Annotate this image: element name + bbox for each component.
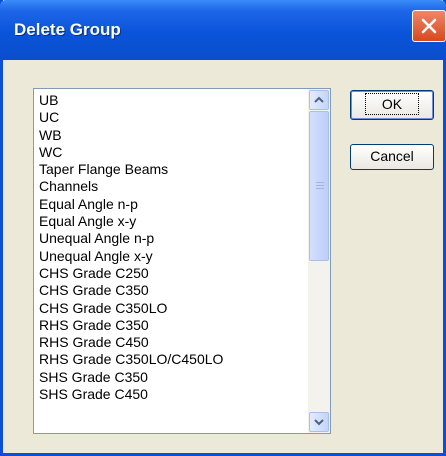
list-item[interactable]: WB: [39, 127, 301, 144]
list-item[interactable]: CHS Grade C350LO: [39, 300, 301, 317]
list-item[interactable]: CHS Grade C250: [39, 265, 301, 282]
list-item[interactable]: UC: [39, 109, 301, 126]
scroll-up-arrow-icon: [314, 96, 324, 103]
list-item[interactable]: RHS Grade C350: [39, 317, 301, 334]
list-item[interactable]: CHS Grade C350: [39, 282, 301, 299]
close-button[interactable]: [412, 10, 446, 42]
thumb-grip-line: [316, 188, 324, 189]
scroll-thumb[interactable]: [309, 111, 329, 261]
close-icon: [421, 18, 437, 34]
title-bar[interactable]: Delete Group: [0, 0, 446, 60]
scroll-down-arrow-icon: [314, 419, 324, 426]
cancel-button[interactable]: Cancel: [350, 144, 434, 170]
vertical-scrollbar[interactable]: [308, 89, 330, 433]
ok-button-label: OK: [364, 93, 420, 115]
list-item[interactable]: SHS Grade C450: [39, 386, 301, 403]
list-item[interactable]: Unequal Angle n-p: [39, 230, 301, 247]
scroll-up-button[interactable]: [309, 90, 329, 110]
list-item[interactable]: Taper Flange Beams: [39, 161, 301, 178]
list-item[interactable]: Equal Angle x-y: [39, 213, 301, 230]
group-list: UB UC WB WC Taper Flange Beams Channels Equal …: [39, 92, 301, 403]
cancel-button-label: Cancel: [370, 148, 414, 164]
thumb-grip-line: [316, 185, 324, 186]
thumb-grip-line: [316, 182, 324, 183]
delete-group-dialog: Delete Group UB UC WB WC Taper Flange Beams C…: [0, 0, 446, 456]
list-item[interactable]: RHS Grade C450: [39, 334, 301, 351]
scroll-down-button[interactable]: [309, 412, 329, 432]
list-item[interactable]: RHS Grade C350LO/C450LO: [39, 351, 301, 368]
list-item[interactable]: UB: [39, 92, 301, 109]
list-item[interactable]: Unequal Angle x-y: [39, 248, 301, 265]
list-item[interactable]: WC: [39, 144, 301, 161]
list-item[interactable]: SHS Grade C350: [39, 369, 301, 386]
list-item[interactable]: Equal Angle n-p: [39, 196, 301, 213]
list-item[interactable]: Channels: [39, 178, 301, 195]
ok-button[interactable]: OK: [350, 90, 434, 120]
group-listbox[interactable]: UB UC WB WC Taper Flange Beams Channels Equal …: [33, 88, 331, 434]
dialog-title: Delete Group: [14, 20, 121, 39]
